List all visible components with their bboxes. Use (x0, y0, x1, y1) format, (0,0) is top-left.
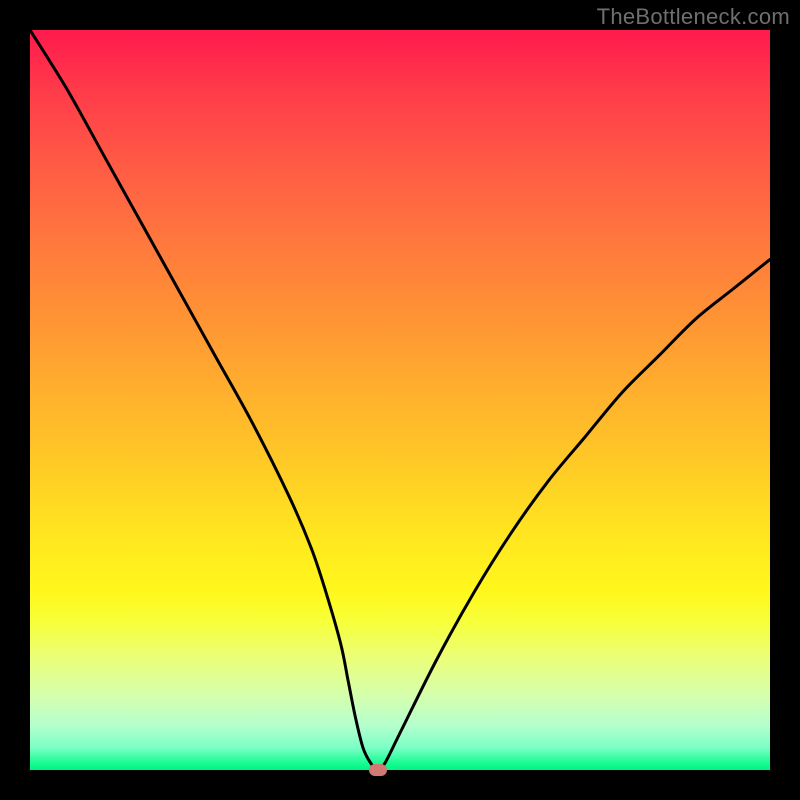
watermark-text: TheBottleneck.com (597, 4, 790, 30)
bottleneck-curve-path (30, 30, 770, 770)
curve-svg (30, 30, 770, 770)
chart-frame: TheBottleneck.com (0, 0, 800, 800)
minimum-marker (369, 764, 387, 776)
plot-area (30, 30, 770, 770)
